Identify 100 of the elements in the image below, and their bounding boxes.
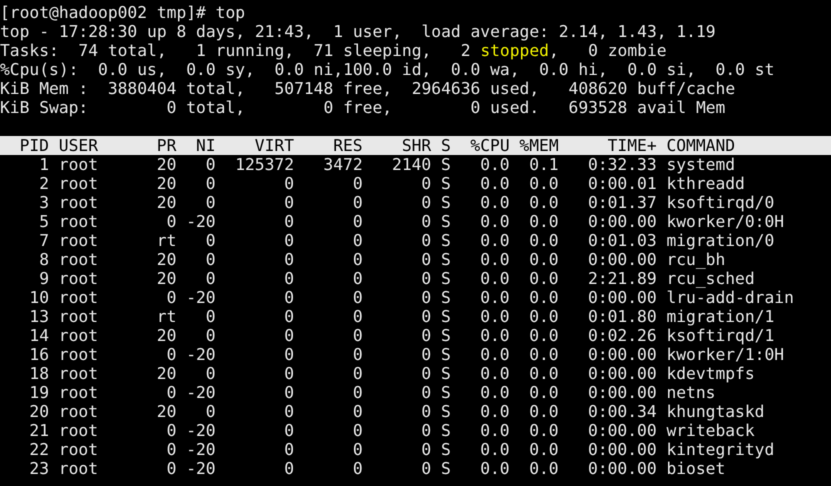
column-header: USER [58, 136, 100, 155]
table-cell-text: 0 [204, 326, 216, 345]
table-cell-text: 0 [166, 421, 176, 440]
table-cell-text: lru-add-drain [666, 288, 795, 307]
table-cell-text: root [58, 174, 100, 193]
table-cell-text: 0 [420, 212, 432, 231]
table-cell-text: 0 [283, 269, 294, 288]
table-cell-text: 5 [38, 212, 49, 231]
table-cell-text: kintegrityd [666, 440, 776, 459]
table-cell-text: 0.0 [528, 174, 559, 193]
table-cell-text: 2 [38, 174, 49, 193]
table-cell-text: 0 [352, 345, 363, 364]
table-cell-text: 0 [352, 212, 363, 231]
column-header: %CPU [469, 136, 510, 155]
table-cell-text: 20 [156, 402, 176, 421]
table-cell-text: 0 [283, 307, 294, 326]
summary-line: Tasks: 74 total, 1 running, 71 sleeping, 2 stopped, 0 zombie [0, 41, 668, 60]
table-cell-text: 0 [204, 269, 216, 288]
table-cell-text: 0 [283, 383, 294, 402]
table-cell: -20 [186, 421, 216, 440]
table-cell-text: 0.0 [479, 345, 510, 364]
table-cell: S [441, 288, 451, 307]
table-cell-text: 0.0 [479, 193, 510, 212]
table-cell-text: 0 [420, 269, 432, 288]
table-cell-text: rt [156, 307, 176, 326]
table-cell-text: 1 [38, 155, 49, 174]
table-cell-text: 0.0 [528, 440, 559, 459]
table-cell-text: 0 [283, 364, 294, 383]
table-cell-text: root [58, 307, 100, 326]
table-cell: S [441, 307, 451, 326]
table-cell-text: 0.0 [479, 326, 510, 345]
table-cell-text: 0 [204, 193, 216, 212]
table-cell: -20 [186, 288, 216, 307]
table-cell-text: 0 [352, 307, 363, 326]
table-cell-text: systemd [666, 155, 736, 174]
table-cell-text: 20 [156, 193, 176, 212]
table-cell-text: 0 [352, 288, 363, 307]
table-cell-text: 0 [283, 402, 294, 421]
table-cell-text: migration/1 [666, 307, 776, 326]
table-cell-text: root [58, 269, 100, 288]
summary-line: KiB Swap: 0 total, 0 free, 0 used. 693528 avail Mem [0, 98, 726, 117]
table-cell-text: 0.0 [479, 421, 510, 440]
table-cell-text: 2:21.89 [587, 269, 657, 288]
table-cell-text: 16 [28, 345, 49, 364]
table-cell-text: 0:00.00 [587, 383, 657, 402]
table-cell-text: 23 [28, 459, 49, 478]
table-cell-text: 0 [420, 421, 432, 440]
table-cell-text: 0.1 [528, 155, 559, 174]
table-cell-text: 0.0 [479, 459, 510, 478]
table-cell-text: 0:01.37 [587, 193, 657, 212]
table-cell-text: 0.0 [528, 402, 559, 421]
column-header: NI [195, 136, 216, 155]
table-cell-text: 0 [352, 440, 363, 459]
table-cell-text: 0 [352, 174, 363, 193]
table-cell-text: 0 [352, 383, 363, 402]
table-cell: S [441, 212, 451, 231]
table-cell-text: 0 [166, 383, 176, 402]
table-cell-text: 0:00.00 [587, 212, 657, 231]
table-cell-text: root [58, 155, 100, 174]
table-cell-text: root [58, 364, 100, 383]
table-cell-text: 0 [283, 459, 294, 478]
table-cell-text: 0 [166, 212, 176, 231]
table-cell-text: 2140 [391, 155, 432, 174]
table-cell-text: kthreadd [666, 174, 746, 193]
table-cell-text: 19 [28, 383, 49, 402]
table-cell-text: 0.0 [528, 421, 559, 440]
column-header: PR [156, 136, 176, 155]
summary-line: KiB Mem : 3880404 total, 507148 free, 2964636 used, 408620 buff/cache [0, 79, 736, 98]
table-cell-text: 0 [283, 212, 294, 231]
table-cell-text: 20 [156, 269, 176, 288]
table-cell-text: 0 [204, 402, 216, 421]
table-cell-text: kworker/1:0H [666, 345, 786, 364]
table-cell-text: 0 [420, 326, 432, 345]
table-cell-text: 0 [204, 155, 216, 174]
table-cell-text: bioset [666, 459, 726, 478]
table-cell: -20 [186, 440, 216, 459]
summary-line: top - 17:28:30 up 8 days, 21:43, 1 user, load average: 2.14, 1.43, 1.19 [0, 22, 717, 41]
table-cell: S [441, 250, 451, 269]
table-cell-text: 18 [28, 364, 49, 383]
table-cell-text: 0:00.00 [587, 288, 657, 307]
table-cell-text: 0 [166, 345, 176, 364]
table-cell-text: 0.0 [528, 345, 559, 364]
table-cell-text: 0.0 [528, 326, 559, 345]
table-cell-text: 0:00.00 [587, 250, 657, 269]
table-cell-text: root [58, 231, 100, 250]
table-cell-text: kworker/0:0H [666, 212, 786, 231]
table-cell: S [441, 364, 451, 383]
table-cell: S [441, 155, 451, 174]
table-cell-text: 0 [352, 326, 363, 345]
table-cell-text: 0 [420, 440, 432, 459]
table-cell-text: root [58, 459, 100, 478]
table-cell-text: 0.0 [479, 364, 510, 383]
table-cell-text: ksoftirqd/0 [666, 193, 776, 212]
table-cell-text: 0:32.33 [587, 155, 657, 174]
table-cell-text: root [58, 326, 100, 345]
table-cell-text: 0.0 [528, 307, 559, 326]
table-cell-text: rt [156, 231, 176, 250]
table-cell-text: 0.0 [479, 307, 510, 326]
table-cell: -20 [186, 459, 216, 478]
column-header: PID [18, 136, 49, 155]
